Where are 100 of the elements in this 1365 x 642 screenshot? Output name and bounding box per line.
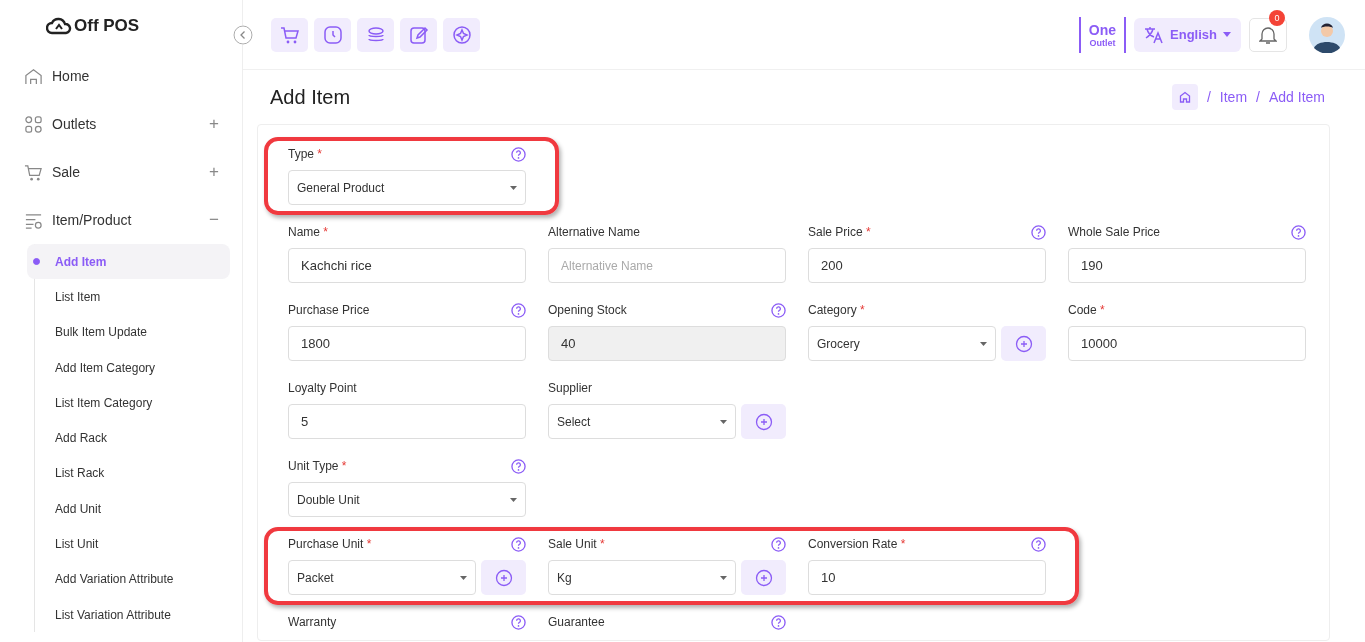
input-field[interactable]: 1800 [288,326,526,361]
help-icon[interactable] [771,614,786,630]
field-label: Guarantee [548,615,605,629]
select-dropdown[interactable]: Double Unit [288,482,526,517]
breadcrumb-separator: / [1206,89,1211,105]
submenu-item[interactable]: Add Unit [27,491,230,527]
submenu-item[interactable]: List Item Category [27,385,230,421]
add-button[interactable] [741,560,786,595]
field-label: Sale Price * [808,225,871,239]
field-label: Supplier [548,381,593,395]
sidebar-item[interactable]: Home [24,52,230,100]
field-label: Opening Stock [548,303,627,317]
toolbar-button[interactable] [443,17,480,52]
toolbar-button[interactable] [400,17,437,52]
input-field[interactable]: Kachchi rice [288,248,526,283]
help-icon[interactable] [1291,224,1306,240]
field-label: Purchase Unit * [288,537,372,551]
field-label: Name * [288,225,329,239]
input-field[interactable]: 10000 [1068,326,1306,361]
input-field[interactable]: 190 [1068,248,1306,283]
select-dropdown[interactable]: Packet [288,560,476,595]
submenu-item[interactable]: Bulk Item Update [27,314,230,350]
submenu-item[interactable]: Add Variation Attribute [27,561,230,597]
caret-icon [510,185,517,190]
help-icon[interactable] [511,458,526,474]
plus-circle-icon [494,568,513,587]
sidebar-item[interactable]: Item/Product − [24,196,230,244]
sidebar-item[interactable]: Sale + [24,148,230,196]
caret-icon [510,497,517,502]
outlet-name: One [1088,21,1117,38]
house-icon [1178,91,1191,103]
field-label: Sale Unit * [548,537,605,551]
field-label: Alternative Name [548,225,641,239]
toolbar-button[interactable] [271,17,308,52]
plus-circle-icon [1014,334,1033,353]
translate-icon [1144,25,1165,44]
help-icon[interactable] [511,536,526,552]
cart-icon [279,24,300,45]
add-button[interactable] [481,560,526,595]
breadcrumb-link[interactable]: Item [1219,89,1248,105]
help-icon[interactable] [511,614,526,630]
toolbar-button[interactable] [314,17,351,52]
field-label: Conversion Rate * [808,537,906,551]
cart-icon [24,162,43,182]
language-dropdown[interactable]: English [1134,17,1241,52]
outlet-indicator[interactable]: One Outlet [1078,16,1127,53]
plus-circle-icon [754,412,773,431]
input-field[interactable]: 10 [808,560,1046,595]
brand-logo: Off POS [74,16,140,36]
bell-icon [1259,24,1277,45]
avatar-icon[interactable] [1309,16,1345,53]
submenu-item[interactable]: Add Item [27,244,230,280]
help-icon[interactable] [511,146,526,162]
input-field[interactable]: Alternative Name [548,248,786,283]
submenu-item[interactable]: List Variation Attribute [27,596,230,633]
expand-toggle[interactable]: + [204,114,224,134]
select-dropdown[interactable]: General Product [288,170,526,205]
field-label: Type * [288,147,323,161]
cloud-logo-icon [46,17,72,35]
input-field[interactable]: 5 [288,404,526,439]
grid-icon [24,114,43,134]
input-field[interactable]: 200 [808,248,1046,283]
submenu-item[interactable]: Add Rack [27,420,230,456]
help-icon[interactable] [511,302,526,318]
submenu-item[interactable]: List Unit [27,526,230,562]
submenu-item[interactable]: Add Item Category [27,349,230,386]
expand-toggle[interactable]: − [204,210,224,230]
expand-toggle[interactable]: + [204,162,224,182]
field-label: Whole Sale Price [1068,225,1161,239]
field-label: Loyalty Point [288,381,357,395]
breadcrumb-separator: / [1256,89,1260,105]
clock-icon [322,24,343,45]
breadcrumb-link[interactable]: Add Item [1268,89,1325,105]
edit-icon [408,24,429,45]
collapse-icon[interactable] [233,24,253,45]
breadcrumb-home[interactable] [1171,84,1198,110]
page-title: Add Item [270,85,351,109]
help-icon[interactable] [771,536,786,552]
field-label: Purchase Price [288,303,370,317]
caret-icon [980,341,987,346]
select-dropdown[interactable]: Kg [548,560,736,595]
caret-icon [720,575,727,580]
help-icon[interactable] [1031,536,1046,552]
toolbar-button[interactable] [357,17,394,52]
help-icon[interactable] [1031,224,1046,240]
add-button[interactable] [741,404,786,439]
house-icon [24,66,43,86]
notification-button[interactable] [1249,17,1287,52]
select-dropdown[interactable]: Select [548,404,736,439]
select-dropdown[interactable]: Grocery [808,326,996,361]
sidebar-item[interactable]: Outlets + [24,100,230,148]
caret-icon [460,575,467,580]
field-label: Unit Type * [288,459,347,473]
caret-icon [720,419,727,424]
submenu-item[interactable]: List Item [27,279,230,315]
plus-circle-icon [754,568,773,587]
field-label: Warranty [288,615,337,629]
submenu-item[interactable]: List Rack [27,455,230,492]
notification-badge: 0 [1269,9,1285,26]
add-button[interactable] [1001,326,1046,361]
